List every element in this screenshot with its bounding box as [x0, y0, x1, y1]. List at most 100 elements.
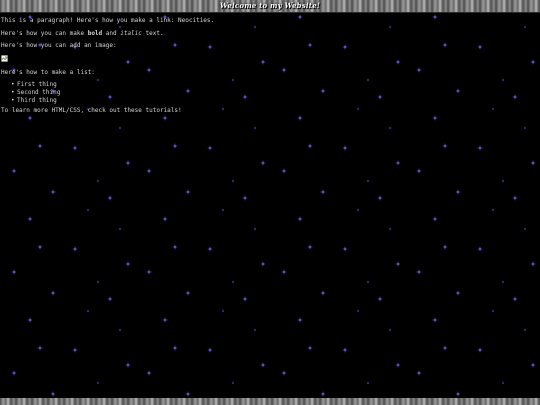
star-core — [322, 90, 324, 92]
broken-image-icon — [1, 55, 8, 62]
star-core — [39, 145, 41, 147]
star-core — [322, 292, 324, 294]
star-core — [479, 248, 481, 250]
star-core — [87, 310, 89, 312]
star-core — [397, 263, 399, 265]
star-core — [532, 263, 534, 265]
star-core — [502, 180, 504, 182]
star-core — [174, 145, 176, 147]
star-core — [389, 228, 391, 230]
star-core — [479, 147, 481, 149]
star-core — [254, 26, 256, 28]
star-core — [74, 349, 76, 351]
star-core — [379, 197, 381, 199]
star-core — [524, 26, 526, 28]
star-core — [457, 292, 459, 294]
list-item: • First thing — [11, 81, 60, 89]
star-core — [97, 79, 99, 81]
star-core — [434, 218, 436, 220]
star-core — [457, 393, 459, 395]
star-core — [389, 26, 391, 28]
star-core — [434, 319, 436, 321]
star-core — [222, 209, 224, 211]
learn-more-text: To learn more HTML/CSS, check out these — [1, 107, 146, 114]
star-core — [209, 147, 211, 149]
star-core — [13, 271, 15, 273]
star-core — [357, 310, 359, 312]
list-intro-paragraph: Here's how to make a list: — [1, 69, 95, 76]
star-core — [309, 347, 311, 349]
star-core — [367, 180, 369, 182]
star-core — [367, 382, 369, 384]
starfield-background — [11, 14, 536, 397]
star-core — [232, 281, 234, 283]
formatting-middle: and — [102, 30, 121, 37]
formatting-paragraph: Here's how you can make bold and italic … — [1, 30, 164, 38]
star-core — [29, 218, 31, 220]
star-core — [164, 218, 166, 220]
star-core — [262, 364, 264, 366]
star-core — [29, 319, 31, 321]
star-core — [109, 298, 111, 300]
star-core — [514, 197, 516, 199]
star-core — [244, 96, 246, 98]
thing-list: • First thing • Second thing • Third thing — [1, 81, 60, 105]
star-core — [357, 108, 359, 110]
star-core — [254, 228, 256, 230]
star-core — [254, 127, 256, 129]
star-core — [532, 61, 534, 63]
star-core — [524, 228, 526, 230]
star-core — [262, 263, 264, 265]
tutorials-link[interactable]: tutorials — [146, 107, 179, 114]
star-core — [357, 209, 359, 211]
star-core — [389, 329, 391, 331]
star-core — [119, 26, 121, 28]
star-core — [344, 248, 346, 250]
star-core — [127, 61, 129, 63]
star-core — [283, 170, 285, 172]
star-core — [174, 44, 176, 46]
star-core — [444, 44, 446, 46]
star-core — [119, 228, 121, 230]
star-core — [532, 364, 534, 366]
star-core — [109, 197, 111, 199]
star-core — [187, 90, 189, 92]
star-core — [13, 372, 15, 374]
star-core — [367, 79, 369, 81]
star-core — [514, 298, 516, 300]
star-core — [344, 46, 346, 48]
star-core — [232, 180, 234, 182]
formatting-text: Here's how you can make — [1, 30, 88, 37]
star-core — [29, 117, 31, 119]
learn-more-paragraph: To learn more HTML/CSS, check out these … — [1, 107, 182, 115]
intro-paragraph: This is a paragraph! Here's how you make… — [1, 17, 521, 25]
star-core — [187, 191, 189, 193]
star-core — [502, 382, 504, 384]
star-core — [148, 271, 150, 273]
star-core — [309, 246, 311, 248]
header-banner: Welcome to my Website! — [0, 0, 540, 13]
star-core — [127, 162, 129, 164]
star-core — [13, 170, 15, 172]
star-core — [127, 364, 129, 366]
star-core — [283, 372, 285, 374]
star-core — [479, 349, 481, 351]
star-core — [222, 310, 224, 312]
star-core — [232, 382, 234, 384]
star-core — [379, 96, 381, 98]
star-core — [148, 372, 150, 374]
star-core — [514, 96, 516, 98]
italic-text: italic — [120, 30, 142, 37]
star-core — [502, 79, 504, 81]
star-core — [244, 197, 246, 199]
list-item: • Second thing — [11, 89, 60, 97]
star-core — [283, 69, 285, 71]
star-core — [97, 180, 99, 182]
star-core — [524, 127, 526, 129]
star-core — [87, 209, 89, 211]
star-core — [444, 145, 446, 147]
star-core — [397, 364, 399, 366]
star-core — [97, 382, 99, 384]
neocities-link[interactable]: Neocities — [178, 17, 211, 24]
star-core — [367, 281, 369, 283]
